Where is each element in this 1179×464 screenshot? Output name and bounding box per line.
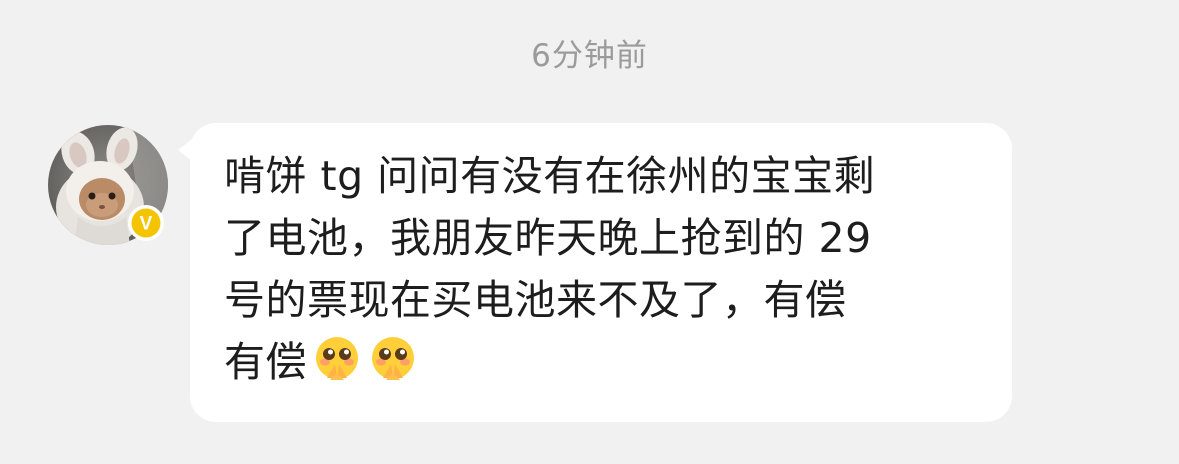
sender-avatar-container[interactable]: V: [48, 125, 168, 245]
message-bubble[interactable]: 啃饼 tg 问问有没有在徐州的宝宝剩 了电池，我朋友昨天晚上抢到的 29 号的票…: [178, 123, 1012, 422]
message-row: 啃饼 tg 问问有没有在徐州的宝宝剩 了电池，我朋友昨天晚上抢到的 29 号的票…: [178, 123, 1012, 422]
pleading-face-icon: [316, 337, 358, 380]
message-line-4-text: 有偿: [224, 338, 307, 386]
bubble-tail: [178, 139, 192, 161]
message-timestamp: 6分钟前: [531, 38, 648, 74]
pleading-face-icon: [372, 337, 414, 380]
message-text: 啃饼 tg 问问有没有在徐州的宝宝剩 了电池，我朋友昨天晚上抢到的 29 号的票…: [224, 145, 952, 393]
message-line-4: 有偿: [224, 331, 952, 393]
message-line-3: 号的票现在买电池来不及了，有偿: [224, 276, 847, 324]
message-line-1: 啃饼 tg 问问有没有在徐州的宝宝剩: [224, 152, 876, 200]
message-line-2: 了电池，我朋友昨天晚上抢到的 29: [224, 214, 872, 262]
verified-v-icon: V: [128, 205, 164, 241]
verified-badge-letter: V: [140, 214, 153, 235]
